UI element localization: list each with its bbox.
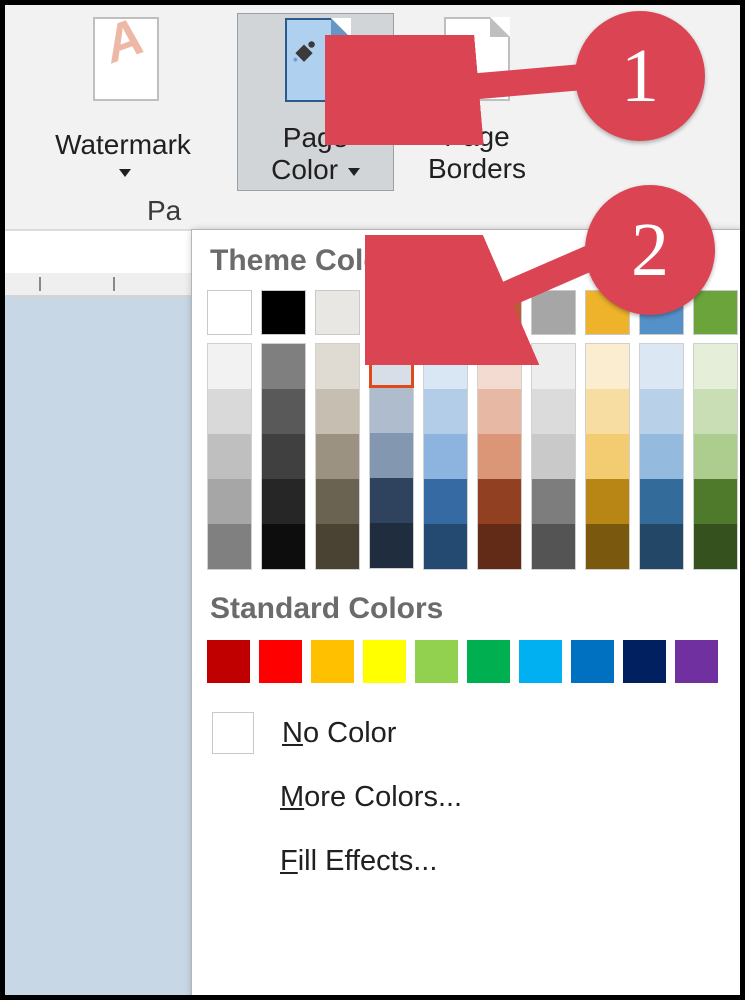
- theme-shade-swatch[interactable]: [585, 389, 630, 434]
- theme-shades-grid: [207, 343, 741, 570]
- theme-shade-swatch[interactable]: [693, 524, 738, 570]
- theme-shade-swatch[interactable]: [369, 388, 414, 433]
- theme-shade-swatch[interactable]: [639, 524, 684, 570]
- theme-color-swatch[interactable]: [423, 290, 468, 335]
- theme-shade-swatch[interactable]: [639, 389, 684, 434]
- theme-shade-swatch[interactable]: [531, 479, 576, 524]
- standard-color-swatch[interactable]: [363, 640, 406, 683]
- more-colors-menuitem[interactable]: More Colors...: [192, 765, 741, 829]
- standard-color-swatch[interactable]: [623, 640, 666, 683]
- fill-effects-label: Fill Effects...: [280, 845, 437, 878]
- theme-shade-swatch[interactable]: [315, 389, 360, 434]
- theme-shade-swatch[interactable]: [423, 343, 468, 389]
- theme-shade-swatch[interactable]: [693, 434, 738, 479]
- no-color-menuitem[interactable]: No Color: [192, 701, 741, 765]
- theme-shade-swatch[interactable]: [315, 524, 360, 570]
- theme-shade-swatch[interactable]: [477, 434, 522, 479]
- page-color-label-2: Color: [271, 154, 338, 185]
- standard-color-swatch[interactable]: [207, 640, 250, 683]
- theme-shade-swatch[interactable]: [315, 343, 360, 389]
- theme-shade-swatch[interactable]: [423, 524, 468, 570]
- theme-shade-swatch[interactable]: [585, 434, 630, 479]
- theme-shade-swatch[interactable]: [531, 434, 576, 479]
- theme-shade-swatch[interactable]: [261, 389, 306, 434]
- theme-shade-swatch[interactable]: [585, 524, 630, 570]
- ribbon-group-label: Pa: [147, 195, 181, 227]
- theme-shade-swatch[interactable]: [369, 433, 414, 478]
- theme-shade-swatch[interactable]: [207, 343, 252, 389]
- chevron-down-icon: [348, 168, 360, 176]
- theme-shade-swatch[interactable]: [207, 524, 252, 570]
- theme-shade-swatch[interactable]: [369, 478, 414, 523]
- theme-shade-swatch[interactable]: [477, 479, 522, 524]
- fill-effects-menuitem[interactable]: Fill Effects...: [192, 829, 741, 893]
- theme-shade-swatch[interactable]: [261, 524, 306, 570]
- theme-color-swatch[interactable]: [261, 290, 306, 335]
- standard-color-swatch[interactable]: [311, 640, 354, 683]
- watermark-button[interactable]: A Watermark: [13, 13, 233, 189]
- theme-shade-swatch[interactable]: [423, 434, 468, 479]
- theme-shade-swatch[interactable]: [477, 343, 522, 389]
- more-colors-label: More Colors...: [280, 781, 462, 814]
- theme-shade-swatch[interactable]: [531, 524, 576, 570]
- standard-colors-heading: Standard Colors: [210, 592, 741, 626]
- theme-shade-swatch[interactable]: [693, 389, 738, 434]
- no-color-label: No Color: [282, 717, 396, 750]
- standard-color-swatch[interactable]: [519, 640, 562, 683]
- paint-bucket-icon: [291, 38, 317, 64]
- theme-color-swatch[interactable]: [369, 290, 414, 335]
- theme-shade-swatch[interactable]: [585, 343, 630, 389]
- chevron-down-icon: [119, 169, 131, 177]
- theme-color-swatch[interactable]: [315, 290, 360, 335]
- page-borders-icon: [444, 17, 510, 101]
- theme-shade-swatch[interactable]: [423, 479, 468, 524]
- theme-shade-swatch[interactable]: [585, 479, 630, 524]
- standard-color-swatch[interactable]: [467, 640, 510, 683]
- theme-color-swatch[interactable]: [693, 290, 738, 335]
- theme-shade-swatch[interactable]: [531, 389, 576, 434]
- theme-shade-swatch[interactable]: [477, 524, 522, 570]
- theme-shade-swatch[interactable]: [207, 389, 252, 434]
- standard-colors-row: [207, 640, 741, 683]
- standard-color-swatch[interactable]: [675, 640, 718, 683]
- page-color-icon: [285, 18, 351, 102]
- theme-shade-swatch[interactable]: [693, 343, 738, 389]
- page-color-button[interactable]: Page Color: [237, 13, 394, 191]
- theme-color-swatch[interactable]: [207, 290, 252, 335]
- theme-shade-swatch[interactable]: [639, 343, 684, 389]
- no-color-swatch: [212, 712, 254, 754]
- standard-color-swatch[interactable]: [571, 640, 614, 683]
- page-color-label-1: Page: [283, 122, 348, 153]
- page-borders-button[interactable]: Page Borders: [397, 13, 557, 189]
- theme-shade-swatch[interactable]: [261, 434, 306, 479]
- page-color-dropdown: Theme Colors Standard Colors No Color Mo…: [191, 229, 742, 1000]
- theme-shade-swatch[interactable]: [423, 389, 468, 434]
- theme-color-swatch[interactable]: [531, 290, 576, 335]
- annotation-badge-2: 2: [585, 185, 715, 315]
- annotation-badge-1: 1: [575, 11, 705, 141]
- theme-shade-swatch[interactable]: [639, 479, 684, 524]
- theme-shade-swatch[interactable]: [261, 343, 306, 389]
- theme-color-swatch[interactable]: [477, 290, 522, 335]
- theme-shade-swatch[interactable]: [477, 389, 522, 434]
- standard-color-swatch[interactable]: [259, 640, 302, 683]
- theme-shade-swatch[interactable]: [639, 434, 684, 479]
- page-borders-label-1: Page: [444, 121, 509, 152]
- theme-shade-swatch[interactable]: [315, 479, 360, 524]
- ruler: [5, 273, 191, 295]
- theme-shade-swatch[interactable]: [261, 479, 306, 524]
- theme-shade-swatch[interactable]: [531, 343, 576, 389]
- document-page-preview: [5, 295, 191, 1000]
- theme-shade-swatch[interactable]: [207, 479, 252, 524]
- screenshot-frame: A Watermark Page Color: [0, 0, 745, 1000]
- standard-color-swatch[interactable]: [415, 640, 458, 683]
- watermark-icon: A: [93, 17, 159, 101]
- theme-shade-swatch[interactable]: [207, 434, 252, 479]
- theme-shade-swatch[interactable]: [693, 479, 738, 524]
- theme-shade-swatch[interactable]: [369, 343, 414, 388]
- theme-shade-swatch[interactable]: [315, 434, 360, 479]
- theme-shade-swatch[interactable]: [369, 523, 414, 569]
- page-borders-label-2: Borders: [428, 153, 526, 184]
